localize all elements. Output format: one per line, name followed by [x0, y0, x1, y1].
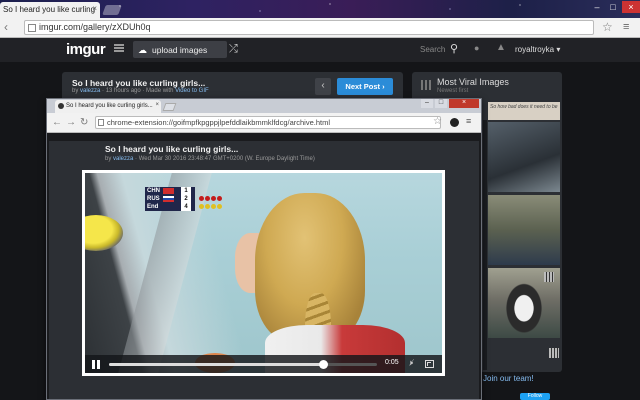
- post-author-link[interactable]: valezza: [80, 88, 100, 94]
- browser-tab-strip: So I heard you like curling × – □ ×: [0, 0, 640, 18]
- popup-tab-strip: So I heard you like curling girls... × –…: [47, 99, 481, 113]
- address-bar-url: imgur.com/gallery/zXDUh0q: [39, 22, 151, 32]
- seek-bar[interactable]: [109, 360, 377, 369]
- popup-tab-title: So I heard you like curling girls...: [66, 103, 153, 109]
- post-meta-time: · 13 hours ago · Made with: [102, 88, 174, 94]
- end-number: 4: [181, 203, 191, 211]
- team-score: 1: [181, 187, 191, 195]
- end-row: End 4: [145, 203, 195, 211]
- viral-sort-label[interactable]: Newest first: [437, 88, 468, 94]
- viral-thumbnail[interactable]: So how bad does it need to be: [488, 102, 560, 120]
- minimize-icon[interactable]: –: [421, 99, 433, 108]
- pause-icon[interactable]: [92, 360, 100, 369]
- seek-bar-progress: [109, 363, 324, 366]
- team-code: CHN: [147, 188, 160, 194]
- thumbnail-caption: So how bad does it need to be: [490, 104, 558, 110]
- stones-remaining-indicator: [199, 196, 223, 209]
- new-tab-button[interactable]: [162, 103, 177, 111]
- close-window-icon[interactable]: ×: [449, 99, 479, 108]
- tab-close-icon[interactable]: ×: [155, 102, 159, 108]
- address-bar[interactable]: imgur.com/gallery/zXDUh0q: [24, 20, 594, 35]
- random-shuffle-icon[interactable]: ⤮: [229, 43, 238, 56]
- upload-images-button[interactable]: ☁ upload images: [133, 41, 227, 58]
- next-post-button[interactable]: Next Post ›: [337, 78, 393, 95]
- seek-handle[interactable]: [319, 360, 329, 369]
- forward-arrow-icon[interactable]: →: [66, 117, 76, 128]
- address-bar-url: chrome-extension://goifmpfkpgppjlpefddla…: [107, 118, 331, 127]
- username-menu[interactable]: royaltroyka ▾: [515, 45, 560, 54]
- team-score: 2: [181, 195, 191, 203]
- fullscreen-icon[interactable]: [425, 360, 434, 368]
- viral-thumbnail[interactable]: [488, 195, 560, 265]
- popup-toolbar: ← → ↻ chrome-extension://goifmpfkpgppjlp…: [47, 113, 481, 133]
- post-meta: by valezza · 13 hours ago · Made with Vi…: [72, 88, 209, 94]
- back-arrow-icon[interactable]: ‹: [4, 21, 8, 34]
- address-bar[interactable]: chrome-extension://goifmpfkpgppjlpefddla…: [95, 116, 441, 129]
- minimize-icon[interactable]: –: [590, 1, 604, 13]
- video-to-gif-link[interactable]: Video to GIF: [175, 88, 209, 94]
- popup-tab[interactable]: So I heard you like curling girls... ×: [55, 100, 161, 113]
- browser-toolbar: ‹ imgur.com/gallery/zXDUh0q ☆ ≡: [0, 18, 640, 38]
- search-label[interactable]: Search: [420, 45, 445, 54]
- extension-icon[interactable]: [450, 118, 459, 127]
- stones-remaining-indicator: [199, 188, 223, 201]
- score-row: RUS 2: [145, 195, 195, 203]
- archive-meta: by valezza · Wed Mar 30 2016 23:48:47 GM…: [105, 156, 315, 162]
- video-controls: 0:05 🕨̸: [85, 355, 442, 373]
- imgur-logo[interactable]: imgur: [66, 41, 106, 58]
- post-title: So I heard you like curling girls...: [72, 78, 206, 88]
- bookmark-star-icon[interactable]: ☆: [433, 116, 442, 127]
- viral-images-title[interactable]: Most Viral Images: [437, 77, 509, 87]
- tab-close-icon[interactable]: ×: [92, 4, 97, 13]
- archive-author-link[interactable]: valezza: [113, 156, 133, 162]
- notification-icon[interactable]: ▲: [496, 42, 506, 53]
- chat-icon[interactable]: ●: [474, 43, 479, 53]
- page-icon: [28, 24, 36, 32]
- maximize-icon[interactable]: □: [606, 1, 620, 13]
- flag-icon: [163, 188, 174, 194]
- join-team-link[interactable]: Join our team!: [483, 374, 534, 383]
- close-window-icon[interactable]: ×: [622, 1, 640, 13]
- browser-tab[interactable]: So I heard you like curling ×: [0, 2, 100, 18]
- score-row: CHN 1: [145, 187, 195, 195]
- thumbnail-strip-shadow: [483, 120, 487, 370]
- browser-menu-icon[interactable]: ≡: [623, 21, 629, 33]
- archive-date: · Wed Mar 30 2016 23:48:47 GMT+0200 (W. …: [135, 156, 315, 162]
- twitter-follow-button[interactable]: Follow: [520, 393, 550, 400]
- viral-thumbnail[interactable]: [488, 122, 560, 192]
- team-code: RUS: [147, 196, 160, 202]
- browser-menu-icon[interactable]: ≡: [466, 116, 471, 126]
- browser-tab-title: So I heard you like curling: [3, 5, 96, 14]
- archive-meta-by: by: [105, 156, 112, 162]
- cloud-upload-icon: ☁: [138, 45, 147, 55]
- reload-icon[interactable]: ↻: [80, 117, 88, 128]
- maximize-icon[interactable]: □: [435, 99, 447, 108]
- previous-post-button[interactable]: ‹: [315, 78, 331, 95]
- grid-view-icon[interactable]: [421, 80, 431, 90]
- page-icon: [98, 119, 104, 126]
- scoreboard-overlay: CHN 1 RUS 2 End 4: [145, 179, 225, 211]
- video-player[interactable]: CHN 1 RUS 2 End 4 0:05 🕨̸: [82, 170, 445, 376]
- flag-icon: [163, 196, 174, 202]
- end-label: End: [147, 204, 159, 210]
- album-icon: [544, 272, 554, 282]
- archive-title: So I heard you like curling girls...: [105, 144, 239, 154]
- back-arrow-icon[interactable]: ←: [52, 117, 62, 128]
- current-time: 0:05: [385, 359, 399, 366]
- grid-view-icon[interactable]: [549, 348, 559, 358]
- post-meta-by: by: [72, 88, 79, 94]
- upload-images-label: upload images: [152, 45, 208, 55]
- imgur-header: imgur ☁ upload images ⤮ Search ⚲ ● ▲ roy…: [0, 38, 640, 62]
- hamburger-menu-icon[interactable]: [114, 44, 124, 52]
- husky-image: [502, 278, 546, 333]
- search-icon[interactable]: ⚲: [450, 42, 458, 55]
- tab-favicon-icon: [58, 103, 64, 109]
- bookmark-star-icon[interactable]: ☆: [602, 20, 613, 34]
- video-frame[interactable]: CHN 1 RUS 2 End 4 0:05 🕨̸: [85, 173, 442, 373]
- mute-icon[interactable]: 🕨̸: [408, 358, 413, 368]
